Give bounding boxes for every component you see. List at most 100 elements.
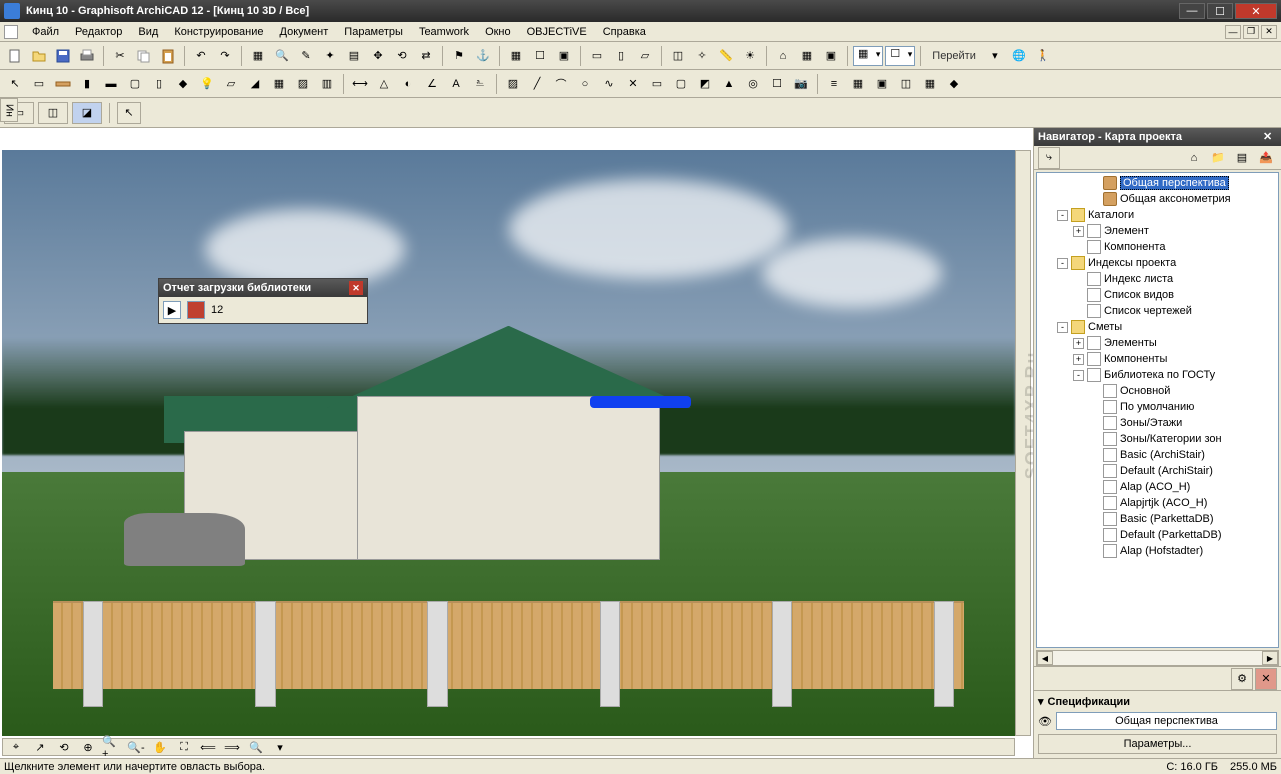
box-icon[interactable]: ☐ [529, 45, 551, 67]
tree-item[interactable]: По умолчанию [1037, 399, 1278, 415]
split-icon[interactable]: ◫ [667, 45, 689, 67]
arc-tool-icon[interactable]: ⌒ [550, 73, 572, 95]
menu-файл[interactable]: Файл [24, 24, 67, 40]
fill-tool-icon[interactable]: ▨ [502, 73, 524, 95]
layout-combo[interactable]: ▦ [853, 46, 883, 66]
label-tool-icon[interactable]: ⎁ [469, 73, 491, 95]
minimize-button[interactable]: — [1179, 3, 1205, 19]
spec-value-field[interactable]: Общая перспектива [1056, 712, 1277, 730]
spec-header[interactable]: ▾ Спецификации [1038, 695, 1277, 708]
slab-tool-icon[interactable]: ▱ [220, 73, 242, 95]
move-icon[interactable]: ✥ [367, 45, 389, 67]
print-icon[interactable] [76, 45, 98, 67]
tree-item[interactable]: -Каталоги [1037, 207, 1278, 223]
menu-редактор[interactable]: Редактор [67, 24, 130, 40]
3d-viewport[interactable] [2, 150, 1015, 736]
go-button[interactable]: Перейти [926, 50, 982, 62]
expand-icon[interactable]: + [1073, 338, 1084, 349]
tree-item[interactable]: Default (ArchiStair) [1037, 463, 1278, 479]
nav-layouts-icon[interactable]: ▤ [1231, 147, 1253, 169]
mesh-tool-icon[interactable]: ▦ [268, 73, 290, 95]
expand-icon[interactable]: + [1073, 354, 1084, 365]
scroll-right-icon[interactable]: ▶ [1262, 651, 1278, 665]
mdi-restore-button[interactable]: ❐ [1243, 25, 1259, 39]
circle-tool-icon[interactable]: ○ [574, 73, 596, 95]
anchor-icon[interactable]: ⚓ [472, 45, 494, 67]
selection-highlight[interactable] [590, 396, 691, 408]
menu-конструирование[interactable]: Конструирование [166, 24, 271, 40]
tree-item[interactable]: Basic (ArchiStair) [1037, 447, 1278, 463]
camera-tool-icon[interactable]: 📷 [790, 73, 812, 95]
navigator-close-button[interactable]: ✕ [1263, 130, 1277, 144]
tree-item[interactable]: Компонента [1037, 239, 1278, 255]
report-close-button[interactable]: ✕ [349, 281, 363, 295]
prev-view-icon[interactable]: ⟸ [197, 736, 219, 758]
explode-icon[interactable]: ✧ [691, 45, 713, 67]
door-tool-icon[interactable]: ▯ [148, 73, 170, 95]
expand-icon[interactable]: + [1073, 226, 1084, 237]
radial-tool-icon[interactable]: ◐ [397, 73, 419, 95]
column-tool-icon[interactable]: ▮ [76, 73, 98, 95]
new-icon[interactable] [4, 45, 26, 67]
tree-item[interactable]: -Индексы проекта [1037, 255, 1278, 271]
beam-tool-icon[interactable]: ▬ [100, 73, 122, 95]
mirror-icon[interactable]: ⇄ [415, 45, 437, 67]
paste-icon[interactable] [157, 45, 179, 67]
info-tab[interactable]: Ин [0, 98, 18, 122]
elevation-tool-icon[interactable]: ▲ [718, 73, 740, 95]
house-icon[interactable]: ⌂ [772, 45, 794, 67]
navigator-hscroll[interactable]: ◀ ▶ [1036, 650, 1279, 666]
tree-item[interactable]: Зоны/Категории зон [1037, 431, 1278, 447]
tree-item[interactable]: Зоны/Этажи [1037, 415, 1278, 431]
tree-item[interactable]: +Компоненты [1037, 351, 1278, 367]
collapse-icon[interactable]: - [1073, 370, 1084, 381]
level-tool-icon[interactable]: △ [373, 73, 395, 95]
line-tool-icon[interactable]: ╱ [526, 73, 548, 95]
tree-item[interactable]: Список видов [1037, 287, 1278, 303]
flag-icon[interactable]: ⚑ [448, 45, 470, 67]
close-button[interactable]: ✕ [1235, 3, 1277, 19]
tree-item[interactable]: Default (ParkettaDB) [1037, 527, 1278, 543]
orbit-icon[interactable]: ⟲ [53, 736, 75, 758]
open-icon[interactable] [28, 45, 50, 67]
more1-icon[interactable]: ▦ [847, 73, 869, 95]
menu-справка[interactable]: Справка [595, 24, 654, 40]
drawing-tool-icon[interactable]: ▢ [670, 73, 692, 95]
window-tool-icon[interactable]: ▢ [124, 73, 146, 95]
zoom-out-icon[interactable]: 🔍- [125, 736, 147, 758]
tree-item[interactable]: Общая перспектива [1037, 175, 1278, 191]
next-view-icon[interactable]: ⟹ [221, 736, 243, 758]
tree-item[interactable]: Основной [1037, 383, 1278, 399]
nav-delete-button[interactable]: ✕ [1255, 668, 1277, 690]
detail-tool-icon[interactable]: ◎ [742, 73, 764, 95]
roof-tool-icon[interactable]: ◢ [244, 73, 266, 95]
walk-icon[interactable]: 🚶 [1032, 45, 1054, 67]
tree-item[interactable]: Индекс листа [1037, 271, 1278, 287]
tree-item[interactable]: +Элемент [1037, 223, 1278, 239]
nav-icon[interactable]: ▦ [796, 45, 818, 67]
view-opts-icon[interactable]: ▾ [269, 736, 291, 758]
grid-icon[interactable]: ▦ [505, 45, 527, 67]
view2-icon[interactable]: ▯ [610, 45, 632, 67]
stair-tool-icon[interactable]: ≡ [823, 73, 845, 95]
curtain-tool-icon[interactable]: ▥ [316, 73, 338, 95]
zone-tool-icon[interactable]: ▨ [292, 73, 314, 95]
tree-item[interactable]: +Элементы [1037, 335, 1278, 351]
stack-icon[interactable]: ▣ [553, 45, 575, 67]
collapse-icon[interactable]: - [1057, 210, 1068, 221]
axis-icon[interactable]: ↗ [29, 736, 51, 758]
layers-icon[interactable]: ▤ [343, 45, 365, 67]
chevron-down-icon[interactable]: ▾ [984, 45, 1006, 67]
mode2-icon[interactable]: ◫ [38, 102, 68, 124]
pan-icon[interactable]: ✋ [149, 736, 171, 758]
worksheet-tool-icon[interactable]: ☐ [766, 73, 788, 95]
light-icon[interactable]: ☀ [739, 45, 761, 67]
hotspot-tool-icon[interactable]: ✕ [622, 73, 644, 95]
scroll-left-icon[interactable]: ◀ [1037, 651, 1053, 665]
measure-icon[interactable]: 📏 [715, 45, 737, 67]
fit-icon[interactable]: ⛶ [173, 736, 195, 758]
pencil-icon[interactable]: ✎ [295, 45, 317, 67]
menu-вид[interactable]: Вид [130, 24, 166, 40]
mdi-minimize-button[interactable]: — [1225, 25, 1241, 39]
window-icon[interactable]: ▣ [820, 45, 842, 67]
